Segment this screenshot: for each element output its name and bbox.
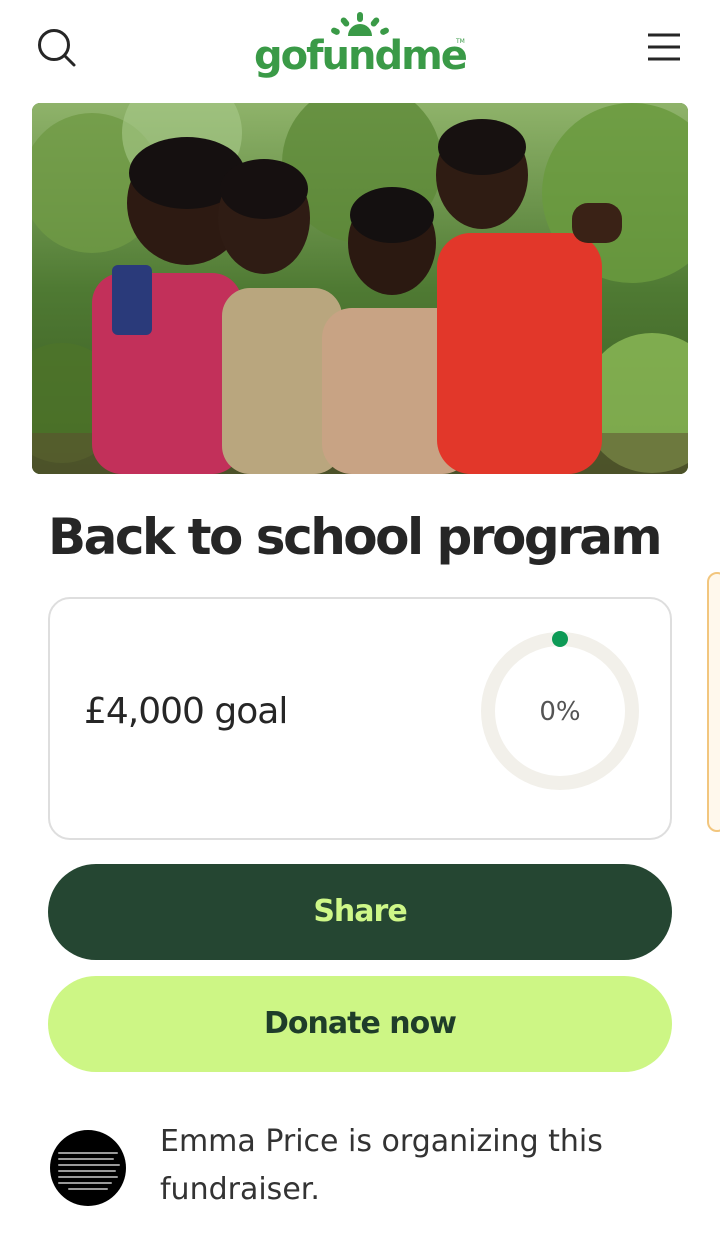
campaign-title: Back to school program	[48, 508, 663, 566]
search-icon	[38, 29, 76, 67]
hamburger-menu-icon	[648, 33, 680, 61]
search-button[interactable]	[34, 26, 80, 72]
campaign-hero-image[interactable]	[32, 103, 688, 474]
gofundme-logo[interactable]: gofundme TM	[254, 10, 470, 86]
organizer-text: Emma Price is organizing this fundraiser…	[160, 1124, 603, 1207]
logo-wordmark: gofundme	[254, 33, 468, 79]
organizer-avatar[interactable]	[50, 1130, 126, 1206]
donate-now-button[interactable]: Donate now	[48, 976, 672, 1072]
top-header: gofundme TM	[0, 0, 720, 96]
goal-progress-card: £4,000 goal 0%	[48, 597, 672, 840]
share-button[interactable]: Share	[48, 864, 672, 960]
side-scroll-tab[interactable]	[707, 572, 720, 832]
progress-indicator-dot	[552, 631, 568, 647]
goal-amount: £4,000 goal	[84, 691, 288, 732]
logo-trademark: TM	[456, 38, 465, 45]
hero-photo	[32, 103, 688, 474]
organizer-section: Emma Price is organizing this fundraiser…	[48, 1118, 688, 1228]
menu-button[interactable]	[644, 28, 684, 68]
progress-percent: 0%	[539, 697, 581, 727]
